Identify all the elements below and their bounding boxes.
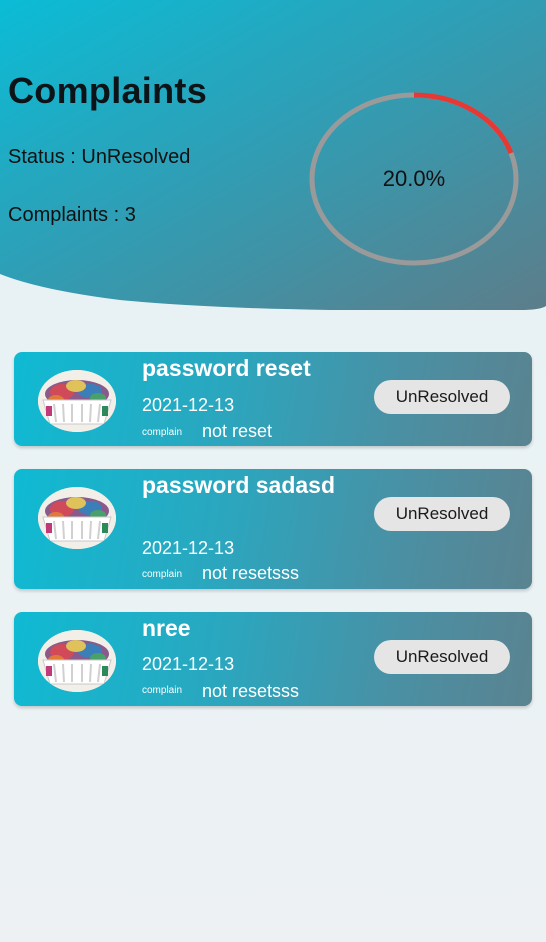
- complaint-caption: complain: [142, 685, 183, 696]
- complaint-title: password reset: [142, 355, 311, 381]
- complaint-count: Complaints : 3: [8, 204, 136, 226]
- laundry-basket-image: [38, 487, 116, 549]
- status-button[interactable]: UnResolved: [374, 640, 510, 674]
- complaint-card[interactable]: password reset 2021-12-13 complain not r…: [14, 352, 532, 446]
- progress-ring-arc: [413, 92, 514, 154]
- page-title: Complaints: [8, 70, 208, 111]
- complaint-card[interactable]: nree 2021-12-13 complain not resetsss Un…: [14, 612, 532, 706]
- complaint-list: password reset 2021-12-13 complain not r…: [14, 352, 532, 706]
- complaint-description: not resetsss: [202, 563, 300, 583]
- complaint-description: not resetsss: [202, 681, 300, 701]
- complaint-date: 2021-12-13: [142, 538, 235, 558]
- complaint-caption: complain: [142, 427, 183, 438]
- status-button[interactable]: UnResolved: [374, 380, 510, 414]
- progress-percent-label: 20.0%: [382, 166, 446, 191]
- status-button[interactable]: UnResolved: [374, 497, 510, 531]
- status-summary: Status : UnResolved: [8, 146, 191, 168]
- complaint-date: 2021-12-13: [142, 395, 235, 415]
- laundry-basket-image: [38, 370, 116, 432]
- complaint-card[interactable]: password sadasd 2021-12-13 complain not …: [14, 469, 532, 589]
- complaint-description: not reset: [202, 421, 273, 441]
- complaint-title: password sadasd: [142, 472, 336, 498]
- complaint-date: 2021-12-13: [142, 654, 235, 674]
- complaint-title: nree: [142, 615, 191, 641]
- laundry-basket-image: [38, 630, 116, 692]
- complaint-caption: complain: [142, 569, 183, 580]
- header-panel: Complaints Status : UnResolved Complaint…: [0, 0, 546, 312]
